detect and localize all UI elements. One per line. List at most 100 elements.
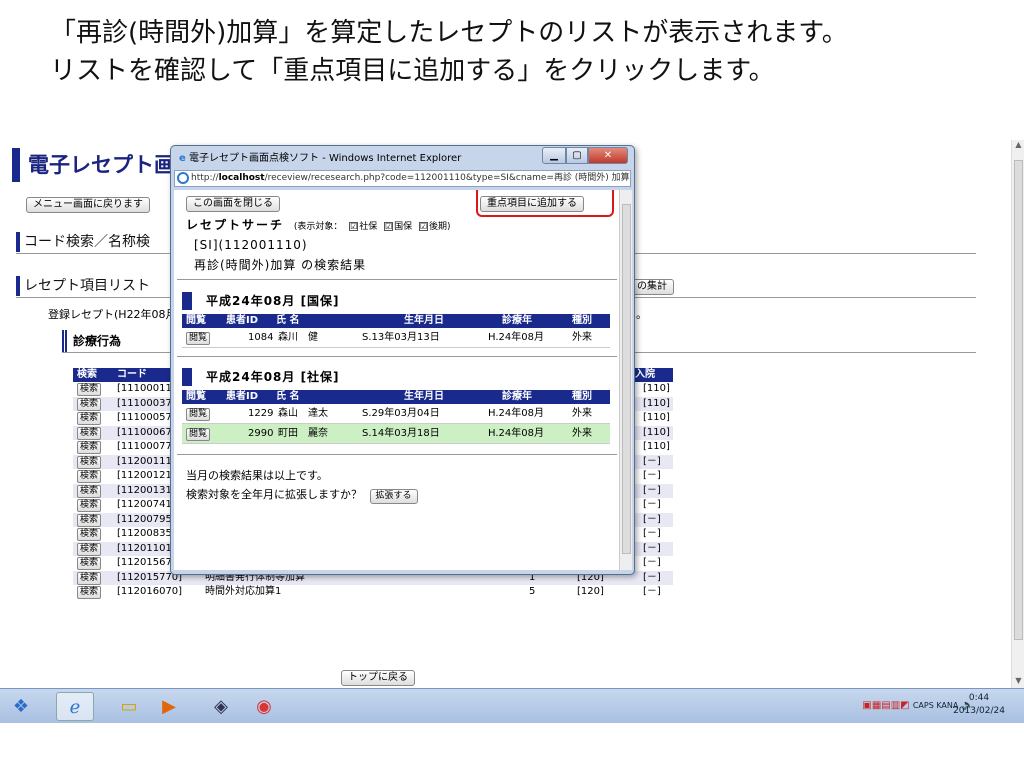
item-inpatient-cell: [110]	[643, 397, 670, 411]
tray-icons[interactable]: ▣▦▤▥◩	[862, 700, 909, 711]
item-inpatient-cell: [－]	[643, 556, 661, 570]
col-name: 氏 名	[276, 391, 300, 402]
item-inpatient-cell: [－]	[643, 513, 661, 527]
page-scrollbar[interactable]: ▲ ▼	[1011, 140, 1024, 688]
slide-caption: 「再診(時間外)加算」を算定したレセプトのリストが表示されます。 リストを確認し…	[50, 14, 1010, 90]
search-button[interactable]: 検索	[77, 499, 102, 512]
item-code-cell: [11100037	[117, 397, 172, 411]
search-title: レセプトサーチ (表示対象： ☑ 社保 ☑ 国保 ☑ 後期)	[186, 216, 451, 233]
item-code-cell: [11200111	[117, 455, 172, 469]
search-button-cell: 検索	[77, 498, 102, 512]
clock[interactable]: 0:44 2013/02/24	[944, 692, 1014, 718]
item-code-cell: [11200835	[117, 527, 172, 541]
media-icon[interactable]: ▶	[150, 692, 188, 721]
patient-row: 閲覧 1229 森山 達太 S.29年03月04日 H.24年08月 外来	[182, 404, 610, 424]
ie-icon: e	[179, 153, 186, 164]
search-button[interactable]: 検索	[77, 426, 102, 440]
search-button[interactable]: 検索	[77, 484, 102, 498]
ie-taskbar-icon[interactable]: ℯ	[56, 692, 94, 721]
popup-scrollbar[interactable]	[619, 190, 632, 570]
minimize-icon[interactable]: ▁	[542, 147, 566, 164]
receipt-list-heading: レセプト項目リスト	[16, 276, 150, 296]
search-button[interactable]: 検索	[77, 528, 102, 541]
patient-name: 町田 麗奈	[278, 428, 328, 439]
search-button[interactable]: 検索	[77, 513, 102, 527]
view-button[interactable]: 閲覧	[186, 408, 211, 421]
item-code-cell: [11200741	[117, 498, 172, 512]
view-button[interactable]: 閲覧	[186, 428, 211, 441]
checkbox-shaho[interactable]: ☑	[349, 222, 359, 231]
patient-name: 森川 健	[278, 332, 318, 343]
scroll-thumb[interactable]	[1014, 160, 1023, 640]
item-inpatient: [110]	[643, 397, 670, 409]
patient-table-kokuho: 閲覧 患者ID 氏 名 生年月日 診療年 種別 閲覧 1084 森川 健 S.1…	[182, 314, 610, 348]
item-inpatient-cell: [110]	[643, 426, 670, 440]
search-button[interactable]: 検索	[77, 412, 102, 425]
search-button[interactable]: 検索	[77, 397, 102, 411]
top-button[interactable]: トップに戻る	[341, 670, 415, 686]
registered-tail: 。	[636, 308, 647, 321]
code-search-heading: コード検索／名称検	[16, 232, 150, 252]
search-button-cell: 検索	[77, 484, 102, 498]
start-icon[interactable]: ❖	[2, 692, 40, 721]
item-inpatient-cell: [－]	[643, 498, 661, 512]
search-button[interactable]: 検索	[77, 571, 102, 585]
patient-table-shaho: 閲覧 患者ID 氏 名 生年月日 診療年 種別 閲覧 1229 森山 達太 S.…	[182, 390, 610, 444]
window-controls: ▁ ▢ ✕	[542, 147, 628, 165]
aggregate-button[interactable]: の集計	[630, 279, 674, 295]
search-button[interactable]: 検索	[77, 557, 102, 570]
patient-row: 閲覧 1084 森川 健 S.13年03月13日 H.24年08月 外来	[182, 328, 610, 348]
item-code-cell: [11100011	[117, 382, 172, 396]
item-code: [112016070]	[117, 586, 183, 597]
search-button[interactable]: 検索	[77, 586, 102, 599]
app-icon[interactable]: ◈	[202, 692, 240, 721]
patient-dob: S.29年03月04日	[362, 408, 440, 419]
checkbox-kokuho[interactable]: ☑	[384, 222, 394, 231]
scroll-down-icon[interactable]: ▼	[1012, 676, 1024, 688]
target-close: )	[447, 222, 451, 232]
item-inpatient: [－]	[643, 484, 661, 496]
footer-message: 当月の検索結果は以上です。	[186, 469, 328, 482]
divider	[177, 454, 617, 455]
item-inpatient: [－]	[643, 455, 661, 467]
search-button[interactable]: 検索	[77, 542, 102, 556]
item-code-cell: [11100077	[117, 440, 172, 454]
search-button[interactable]: 検索	[77, 441, 102, 454]
address-host: localhost	[218, 173, 265, 183]
item-code: [11200111	[117, 455, 172, 467]
scroll-up-icon[interactable]: ▲	[1012, 140, 1024, 152]
item-inpatient: [－]	[643, 571, 661, 583]
col-type: 種別	[572, 391, 592, 402]
search-button[interactable]: 検索	[77, 383, 102, 396]
popup-title-text: 電子レセプト画面点検ソフト - Windows Internet Explore…	[188, 153, 462, 164]
item-count-cell: 5	[529, 585, 535, 599]
close-page-button[interactable]: この画面を閉じる	[186, 196, 280, 212]
col-view: 閲覧	[186, 391, 206, 402]
clock-date: 2013/02/24	[953, 706, 1005, 716]
visit-type: 外来	[572, 332, 592, 343]
patient-id: 2990	[248, 428, 274, 439]
item-code: [11100057	[117, 412, 172, 423]
item-inpatient-cell: [－]	[643, 542, 661, 556]
grid-row: 検索 [112016070] 時間外対応加算1 5 [120] [－]	[73, 585, 673, 600]
item-code: [11200741	[117, 499, 172, 510]
search-button-cell: 検索	[77, 527, 102, 541]
menu-back-button[interactable]: メニュー画面に戻ります	[26, 197, 150, 213]
expand-button[interactable]: 拡張する	[369, 489, 418, 504]
view-button[interactable]: 閲覧	[186, 332, 211, 345]
col-patient-id: 患者ID	[226, 315, 259, 326]
close-icon[interactable]: ✕	[588, 147, 628, 164]
treatment-year: H.24年08月	[488, 408, 544, 419]
chrome-icon[interactable]: ◉	[245, 692, 283, 721]
search-button[interactable]: 検索	[77, 470, 102, 483]
treatment-year: H.24年08月	[488, 332, 544, 343]
address-bar[interactable]: http://localhost/receview/recesearch.php…	[174, 170, 631, 187]
folder-icon[interactable]: ▭	[110, 692, 148, 721]
checkbox-kouki[interactable]: ☑	[419, 222, 429, 231]
item-code: [11100067	[117, 426, 172, 438]
search-button[interactable]: 検索	[77, 455, 102, 469]
popup-scroll-thumb[interactable]	[622, 204, 631, 554]
maximize-icon[interactable]: ▢	[566, 147, 588, 164]
item-inpatient: [－]	[643, 557, 661, 568]
item-inpatient-cell: [110]	[643, 440, 670, 454]
